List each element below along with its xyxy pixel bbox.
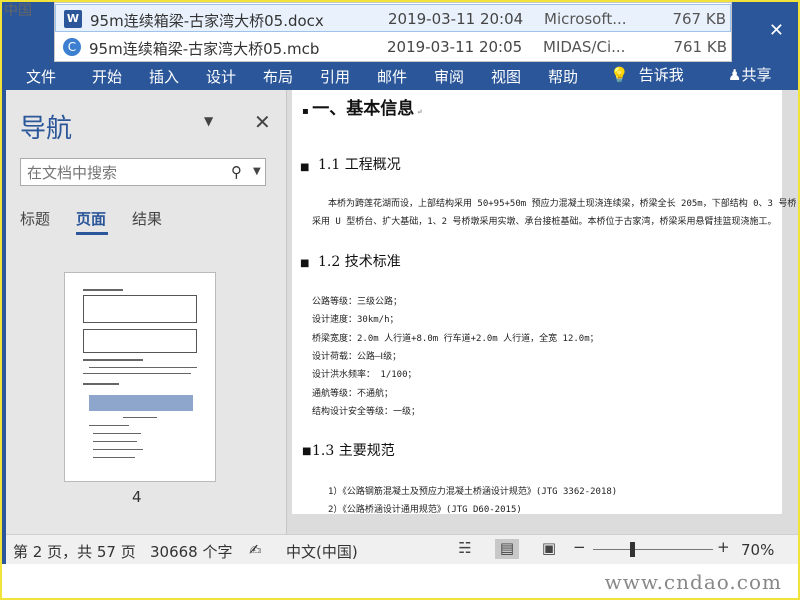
thumb-table (83, 329, 197, 353)
proofing-icon[interactable]: ✍ (249, 541, 262, 559)
tab-view[interactable]: 视图 (491, 66, 521, 87)
web-layout-icon[interactable]: ▣ (537, 539, 561, 559)
share-label: 共享 (741, 66, 772, 84)
paragraph-line: 采用 U 型桥台、扩大基础，1、2 号桥墩采用实墩、承台接桩基础。本桥位于古家湾… (312, 217, 777, 227)
reference-line: 1）《公路钢筋混凝土及预应力混凝土桥涵设计规范》(JTG 3362-2018) (328, 487, 618, 497)
section-title: 1.3 主要规范 (312, 443, 395, 459)
thumb-text-line (83, 383, 119, 385)
thumb-bridge-image (89, 395, 193, 411)
zoom-out-button[interactable]: − (573, 538, 586, 556)
file-type: Microsoft... (544, 10, 627, 28)
thumb-text-line (89, 367, 197, 368)
zoom-in-button[interactable]: + (717, 538, 730, 556)
midas-icon: C (63, 38, 81, 56)
nav-title: 导航 (20, 114, 73, 144)
tab-mailings[interactable]: 邮件 (377, 66, 407, 87)
lightbulb-icon: 💡 (610, 66, 629, 84)
file-type: MIDAS/Ci... (543, 38, 626, 56)
spec-line: 通航等级：不通航； (312, 389, 394, 399)
nav-search-box[interactable]: ⚲ ▼ (20, 158, 266, 186)
tab-insert[interactable]: 插入 (149, 66, 179, 87)
thumb-text-line (123, 417, 157, 418)
file-date: 2019-03-11 20:05 (387, 38, 523, 56)
close-window-icon[interactable]: ✕ (769, 22, 784, 40)
page-count[interactable]: 第 2 页，共 57 页 (13, 541, 136, 562)
file-size: 761 KB (673, 38, 727, 56)
navigation-pane: 导航 ▼ ✕ ⚲ ▼ 标题 页面 结果 4 (6, 90, 287, 534)
nav-tab-headings[interactable]: 标题 (20, 208, 50, 229)
tab-file[interactable]: 文件 (26, 66, 56, 87)
active-tab-indicator (76, 232, 108, 235)
tab-review[interactable]: 审阅 (434, 66, 464, 87)
print-layout-icon[interactable]: ▤ (495, 539, 519, 559)
document-page[interactable]: ▪ 一、基本信息 ↵ ■ 1.1 工程概况 本桥为跨莲花湖而设，上部结构采用 5… (292, 90, 796, 515)
word-count[interactable]: 30668 个字 (150, 541, 233, 562)
bullet: ■ (302, 446, 312, 457)
tab-layout[interactable]: 布局 (263, 66, 293, 87)
thumb-text-line (93, 449, 143, 450)
recent-file-row[interactable]: C 95m连续箱梁-古家湾大桥05.mcb 2019-03-11 20:05 M… (55, 33, 731, 61)
spec-line: 设计速度：30km/h； (312, 315, 399, 325)
tell-me-label: 告诉我 (638, 66, 684, 84)
file-name: 95m连续箱梁-古家湾大桥05.docx (90, 12, 324, 30)
section-title: 1.1 工程概况 (318, 157, 401, 173)
section-title: 1.2 技术标准 (318, 254, 401, 270)
thumb-table (83, 295, 197, 323)
nav-tab-results[interactable]: 结果 (132, 208, 162, 229)
thumb-text-line (83, 373, 191, 374)
person-icon: ♟ (728, 66, 742, 84)
search-icon[interactable]: ⚲ (231, 163, 242, 181)
site-watermark: www.cndao.com (604, 570, 782, 594)
ribbon-tabs: 文件 开始 插入 设计 布局 引用 邮件 审阅 视图 帮助 💡 告诉我 ♟共享 (6, 62, 800, 90)
tab-design[interactable]: 设计 (206, 66, 236, 87)
thumb-text-line (93, 457, 135, 458)
share-button[interactable]: ♟共享 (728, 64, 771, 85)
recent-files-popup: W 95m连续箱梁-古家湾大桥05.docx 2019-03-11 20:04 … (54, 2, 732, 62)
heading-1: ▪ 一、基本信息 ↵ (302, 99, 423, 119)
bullet: ■ (300, 258, 310, 269)
thumb-text-line (93, 441, 137, 442)
bottom-area: www.cndao.com (0, 564, 800, 600)
zoom-slider-thumb[interactable] (630, 542, 635, 557)
chevron-down-icon[interactable]: ▼ (204, 114, 213, 128)
zoom-slider-track[interactable] (593, 549, 713, 550)
tab-home[interactable]: 开始 (92, 66, 122, 87)
read-mode-icon[interactable]: ☵ (453, 539, 477, 559)
heading-1-text: 一、基本信息 (312, 99, 415, 119)
thumb-text-line (93, 433, 141, 434)
thumb-text-line (83, 289, 123, 291)
chevron-down-icon[interactable]: ▼ (253, 166, 261, 177)
file-date: 2019-03-11 20:04 (388, 10, 524, 28)
file-size: 767 KB (672, 10, 726, 28)
top-watermark: 中国 (4, 3, 32, 19)
spec-line: 桥梁宽度：2.0m 人行道+8.0m 行车道+2.0m 人行道，全宽 12.0m… (312, 334, 599, 344)
tab-references[interactable]: 引用 (320, 66, 350, 87)
thumbnail-page-number: 4 (132, 488, 142, 506)
tell-me-button[interactable]: 💡 告诉我 (610, 64, 684, 85)
spec-line: 结构设计安全等级：一级； (312, 407, 421, 417)
page-thumbnail[interactable] (64, 272, 216, 482)
search-input[interactable] (25, 163, 225, 183)
spec-line: 公路等级：三级公路； (312, 297, 403, 307)
nav-tab-pages[interactable]: 页面 (76, 208, 106, 229)
bullet: ■ (300, 162, 310, 173)
word-icon: W (64, 10, 82, 28)
language[interactable]: 中文(中国) (286, 541, 358, 562)
zoom-level[interactable]: 70% (741, 541, 774, 559)
status-bar: 第 2 页，共 57 页 30668 个字 ✍ 中文(中国) ☵ ▤ ▣ − +… (6, 534, 800, 565)
document-area: ▪ 一、基本信息 ↵ ■ 1.1 工程概况 本桥为跨莲花湖而设，上部结构采用 5… (287, 90, 800, 534)
file-name: 95m连续箱梁-古家湾大桥05.mcb (89, 40, 320, 58)
thumb-text-line (83, 359, 143, 361)
paragraph-line: 本桥为跨莲花湖而设，上部结构采用 50+95+50m 预应力混凝土现浇连续梁，桥… (328, 199, 797, 209)
thumb-text-line (89, 425, 129, 426)
tab-help[interactable]: 帮助 (548, 66, 578, 87)
reference-line: 2）《公路桥涵设计通用规范》(JTG D60-2015) (328, 505, 522, 515)
close-icon[interactable]: ✕ (254, 110, 271, 134)
spec-line: 设计荷载：公路—Ⅰ级； (312, 352, 402, 362)
recent-file-row[interactable]: W 95m连续箱梁-古家湾大桥05.docx 2019-03-11 20:04 … (55, 4, 731, 32)
spec-line: 设计洪水频率： 1/100； (312, 370, 417, 380)
